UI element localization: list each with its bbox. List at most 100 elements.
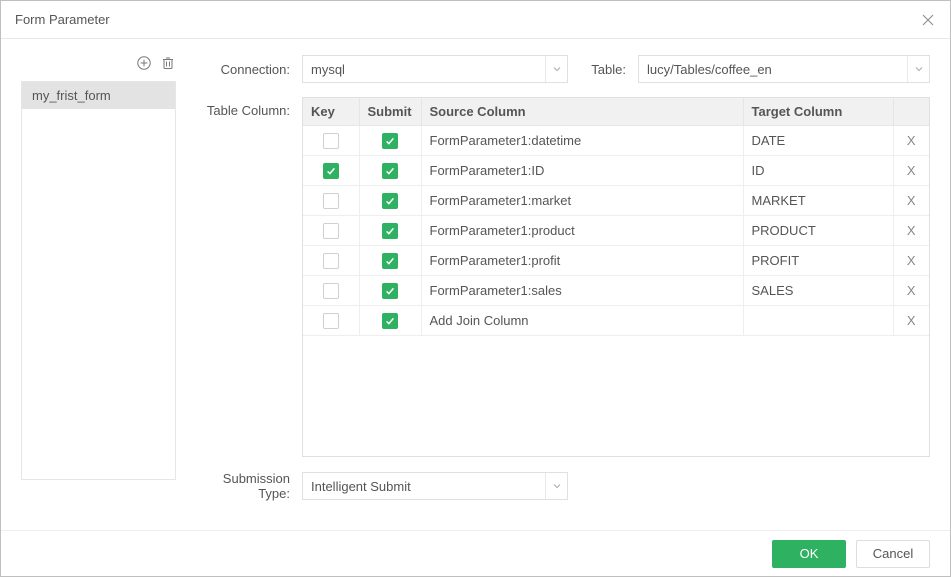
- cell-target[interactable]: ID: [743, 156, 893, 186]
- connection-value: mysql: [311, 62, 345, 77]
- mapping-table: Key Submit Source Column Target Column F…: [303, 98, 929, 336]
- chevron-down-icon: [545, 473, 567, 499]
- cell-submit: [359, 156, 421, 186]
- cell-delete: X: [893, 276, 929, 306]
- cell-source[interactable]: FormParameter1:profit: [421, 246, 743, 276]
- delete-row-icon[interactable]: X: [907, 133, 916, 148]
- delete-row-icon[interactable]: X: [907, 313, 916, 328]
- chevron-down-icon: [907, 56, 929, 82]
- cell-key: [303, 216, 359, 246]
- dialog-title: Form Parameter: [15, 12, 110, 27]
- cell-key: [303, 276, 359, 306]
- cell-submit: [359, 276, 421, 306]
- cell-key: [303, 186, 359, 216]
- table-row: FormParameter1:productPRODUCT X: [303, 216, 929, 246]
- key-checkbox[interactable]: [323, 133, 339, 149]
- connection-select[interactable]: mysql: [302, 55, 568, 83]
- table-row: FormParameter1:marketMARKET X: [303, 186, 929, 216]
- cell-submit: [359, 216, 421, 246]
- table-row: FormParameter1:salesSALES X: [303, 276, 929, 306]
- th-delete: [893, 98, 929, 126]
- cell-submit: [359, 186, 421, 216]
- cell-target[interactable]: PROFIT: [743, 246, 893, 276]
- dialog-body: my_frist_form Connection: mysql Table: l…: [1, 39, 950, 530]
- key-checkbox[interactable]: [323, 223, 339, 239]
- left-pane: my_frist_form: [21, 55, 176, 530]
- cancel-button[interactable]: Cancel: [856, 540, 930, 568]
- th-submit: Submit: [359, 98, 421, 126]
- ok-button[interactable]: OK: [772, 540, 846, 568]
- cell-target[interactable]: MARKET: [743, 186, 893, 216]
- cell-source[interactable]: FormParameter1:market: [421, 186, 743, 216]
- key-checkbox[interactable]: [323, 253, 339, 269]
- table-row: FormParameter1:profitPROFIT X: [303, 246, 929, 276]
- submission-type-label: Submission Type:: [196, 471, 302, 501]
- key-checkbox[interactable]: [323, 163, 339, 179]
- delete-row-icon[interactable]: X: [907, 163, 916, 178]
- table-column-row: Table Column: Key Submit Source Column T…: [196, 97, 930, 457]
- cell-submit: [359, 306, 421, 336]
- submit-checkbox[interactable]: [382, 193, 398, 209]
- chevron-down-icon: [545, 56, 567, 82]
- cell-delete: X: [893, 306, 929, 336]
- cell-source[interactable]: Add Join Column: [421, 306, 743, 336]
- cell-key: [303, 156, 359, 186]
- cell-source[interactable]: FormParameter1:ID: [421, 156, 743, 186]
- cell-delete: X: [893, 216, 929, 246]
- cell-key: [303, 246, 359, 276]
- cell-target[interactable]: SALES: [743, 276, 893, 306]
- submit-checkbox[interactable]: [382, 163, 398, 179]
- cell-delete: X: [893, 186, 929, 216]
- delete-icon[interactable]: [160, 55, 176, 71]
- key-checkbox[interactable]: [323, 193, 339, 209]
- table-row: FormParameter1:IDID X: [303, 156, 929, 186]
- delete-row-icon[interactable]: X: [907, 193, 916, 208]
- cell-source[interactable]: FormParameter1:datetime: [421, 126, 743, 156]
- table-column-label: Table Column:: [196, 97, 302, 118]
- delete-row-icon[interactable]: X: [907, 283, 916, 298]
- th-source: Source Column: [421, 98, 743, 126]
- form-list-toolbar: [21, 55, 176, 75]
- cell-source[interactable]: FormParameter1:sales: [421, 276, 743, 306]
- dialog-footer: OK Cancel: [1, 530, 950, 576]
- submission-type-value: Intelligent Submit: [311, 479, 411, 494]
- list-item[interactable]: my_frist_form: [22, 82, 175, 109]
- submit-checkbox[interactable]: [382, 133, 398, 149]
- connection-label: Connection:: [196, 62, 302, 77]
- form-parameter-dialog: Form Parameter my_frist_form Co: [0, 0, 951, 577]
- cell-target[interactable]: DATE: [743, 126, 893, 156]
- form-list[interactable]: my_frist_form: [21, 81, 176, 480]
- th-key: Key: [303, 98, 359, 126]
- submit-checkbox[interactable]: [382, 283, 398, 299]
- cell-delete: X: [893, 246, 929, 276]
- key-checkbox[interactable]: [323, 313, 339, 329]
- cell-submit: [359, 126, 421, 156]
- right-pane: Connection: mysql Table: lucy/Tables/cof…: [196, 55, 930, 530]
- submission-type-select[interactable]: Intelligent Submit: [302, 472, 568, 500]
- list-item-label: my_frist_form: [32, 88, 111, 103]
- add-icon[interactable]: [136, 55, 152, 71]
- key-checkbox[interactable]: [323, 283, 339, 299]
- cell-delete: X: [893, 126, 929, 156]
- cell-key: [303, 126, 359, 156]
- submit-checkbox[interactable]: [382, 253, 398, 269]
- table-select[interactable]: lucy/Tables/coffee_en: [638, 55, 930, 83]
- cell-target[interactable]: [743, 306, 893, 336]
- th-target: Target Column: [743, 98, 893, 126]
- table-value: lucy/Tables/coffee_en: [647, 62, 772, 77]
- cancel-button-label: Cancel: [873, 546, 913, 561]
- cell-target[interactable]: PRODUCT: [743, 216, 893, 246]
- delete-row-icon[interactable]: X: [907, 223, 916, 238]
- table-label: Table:: [568, 62, 638, 77]
- title-bar: Form Parameter: [1, 1, 950, 39]
- cell-submit: [359, 246, 421, 276]
- close-icon[interactable]: [920, 12, 936, 28]
- cell-source[interactable]: FormParameter1:product: [421, 216, 743, 246]
- submit-checkbox[interactable]: [382, 313, 398, 329]
- submission-type-row: Submission Type: Intelligent Submit: [196, 471, 930, 501]
- submit-checkbox[interactable]: [382, 223, 398, 239]
- delete-row-icon[interactable]: X: [907, 253, 916, 268]
- ok-button-label: OK: [800, 546, 819, 561]
- cell-key: [303, 306, 359, 336]
- column-table: Key Submit Source Column Target Column F…: [302, 97, 930, 457]
